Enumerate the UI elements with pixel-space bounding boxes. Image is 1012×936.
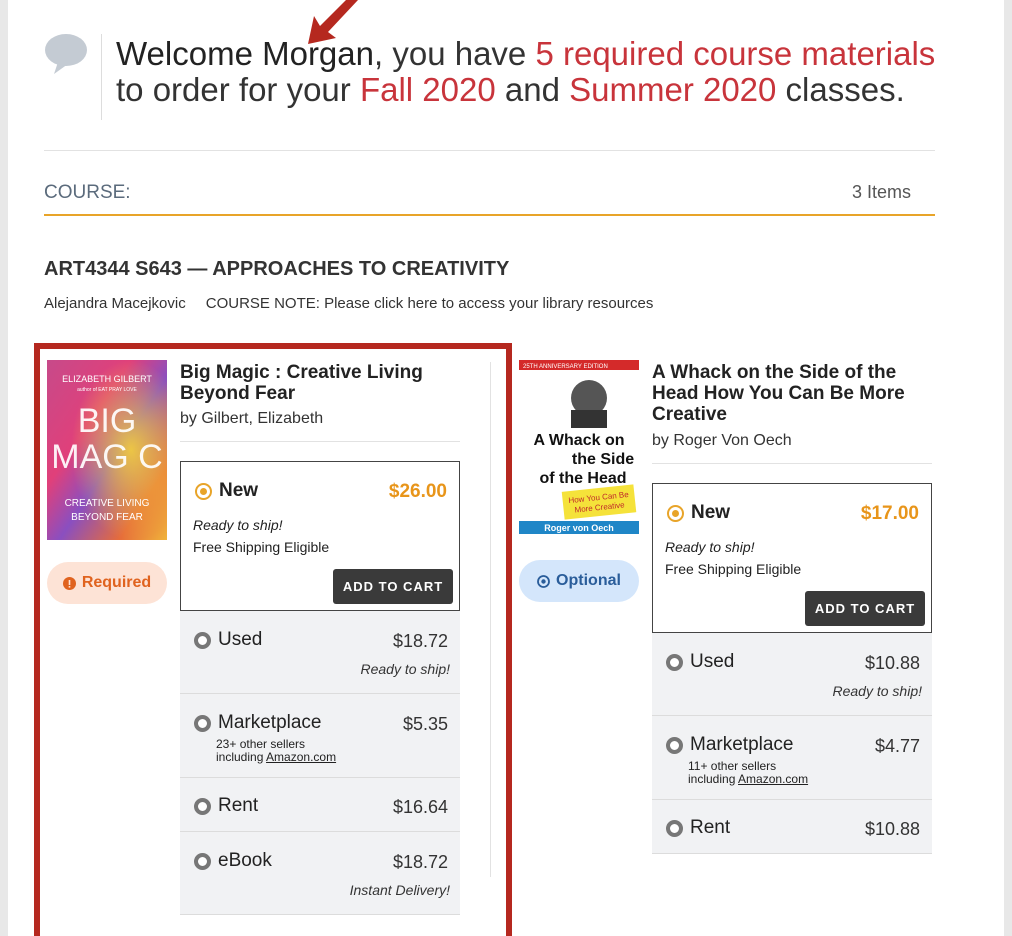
term-summer-2020[interactable]: Summer 2020 bbox=[569, 71, 776, 108]
course-note-link[interactable]: COURSE NOTE: Please click here to access… bbox=[206, 295, 654, 312]
svg-text:Roger von Oech: Roger von Oech bbox=[544, 523, 614, 533]
welcome-greeting: Welcome Morgan bbox=[116, 35, 374, 72]
svg-text:of the Head: of the Head bbox=[539, 470, 626, 487]
rent-price: $10.88 bbox=[864, 819, 920, 839]
book-cover-whack[interactable]: 25TH ANNIVERSARY EDITION A Whack on the … bbox=[519, 360, 639, 540]
sellers-info: 11+ other sellers including Amazon.com bbox=[688, 759, 809, 786]
info-circle-icon bbox=[537, 574, 550, 588]
instructor-name: Alejandra Macejkovic bbox=[44, 295, 186, 312]
course-label: COURSE: bbox=[44, 182, 131, 203]
radio-icon[interactable] bbox=[666, 819, 683, 837]
used-option[interactable]: Used $10.88 Ready to ship! bbox=[652, 633, 932, 716]
radio-icon[interactable] bbox=[666, 653, 683, 671]
course-title: ART4344 S643 — APPROACHES TO CREATIVITY bbox=[44, 258, 510, 280]
new-option-box[interactable]: New $17.00 Ready to ship! Free Shipping … bbox=[652, 483, 932, 633]
svg-text:25TH ANNIVERSARY EDITION: 25TH ANNIVERSARY EDITION bbox=[523, 364, 608, 370]
course-meta: Alejandra Macejkovic COURSE NOTE: Please … bbox=[44, 295, 653, 312]
new-price: $17.00 bbox=[860, 503, 919, 524]
welcome-divider bbox=[101, 34, 102, 120]
welcome-banner: Welcome Morgan, you have 5 required cour… bbox=[44, 32, 944, 122]
radio-icon[interactable] bbox=[666, 736, 683, 754]
course-header: COURSE: 3 Items bbox=[44, 180, 935, 216]
book-title[interactable]: A Whack on the Side of the Head How You … bbox=[652, 362, 942, 425]
speech-bubble-icon bbox=[45, 34, 87, 74]
new-option[interactable]: New bbox=[667, 502, 730, 524]
optional-badge: Optional bbox=[519, 560, 639, 602]
term-fall-2020[interactable]: Fall 2020 bbox=[360, 71, 496, 108]
rent-option[interactable]: Rent $10.88 bbox=[652, 800, 932, 854]
annotation-highlight-box bbox=[34, 343, 512, 936]
svg-text:A Whack on: A Whack on bbox=[534, 432, 625, 449]
amazon-link[interactable]: Amazon.com bbox=[738, 772, 808, 786]
radio-selected-icon[interactable] bbox=[667, 504, 684, 522]
used-price: $10.88 bbox=[864, 653, 920, 673]
ship-status: Ready to ship! bbox=[665, 539, 755, 555]
required-count[interactable]: 5 required course materials bbox=[535, 35, 935, 72]
marketplace-price: $4.77 bbox=[874, 736, 920, 756]
ship-status: Ready to ship! bbox=[832, 683, 923, 699]
add-to-cart-button[interactable]: ADD TO CART bbox=[805, 591, 925, 626]
items-count: 3 Items bbox=[851, 182, 911, 202]
svg-text:the Side: the Side bbox=[572, 451, 634, 468]
divider bbox=[44, 150, 935, 151]
welcome-message: Welcome Morgan, you have 5 required cour… bbox=[116, 35, 936, 108]
divider bbox=[652, 463, 932, 464]
shipping-note: Free Shipping Eligible bbox=[665, 561, 802, 577]
book-author: by Roger Von Oech bbox=[652, 432, 792, 449]
marketplace-option[interactable]: Marketplace $4.77 11+ other sellers incl… bbox=[652, 716, 932, 800]
